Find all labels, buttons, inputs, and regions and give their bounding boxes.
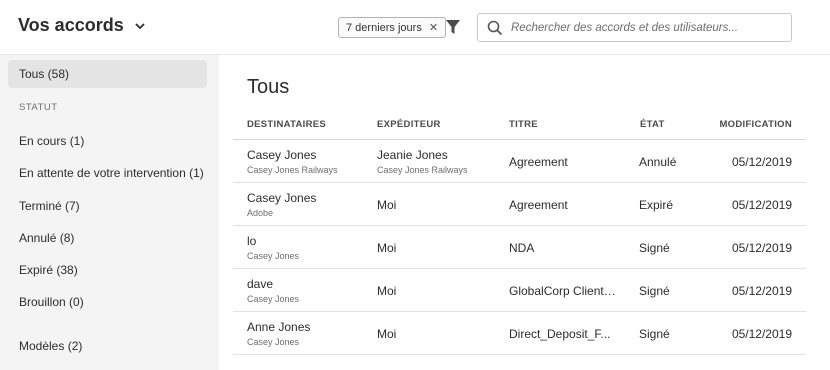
main-panel: Tous DESTINATAIRES EXPÉDITEUR TITRE ÉTAT… — [219, 55, 830, 370]
sidebar: Tous (58) STATUT En cours (1) En attente… — [0, 55, 219, 370]
sidebar-item-expired[interactable]: Expiré (38) — [8, 256, 207, 284]
page-title: Vos accords — [18, 15, 124, 35]
sidebar-item-templates[interactable]: Modèles (2) — [8, 332, 207, 360]
column-header-modified[interactable]: MODIFICATION — [719, 119, 792, 130]
table-row[interactable]: dave Casey Jones Moi GlobalCorp Client ..… — [233, 269, 806, 312]
title-cell: NDA — [509, 241, 535, 255]
status-section-label: STATUT — [19, 102, 58, 113]
modified-cell: 05/12/2019 — [731, 155, 792, 169]
recipient-cell: Anne Jones Casey Jones — [247, 320, 311, 347]
top-bar: Vos accords 7 derniers jours ✕ — [0, 0, 830, 55]
column-header-sender[interactable]: EXPÉDITEUR — [377, 119, 441, 130]
modified-cell: 05/12/2019 — [731, 327, 792, 341]
column-header-title[interactable]: TITRE — [509, 119, 538, 130]
title-cell: Direct_Deposit_F... — [509, 327, 611, 341]
sender-cell: Jeanie Jones Casey Jones Railways — [377, 148, 468, 175]
table-row[interactable]: Casey Jones Casey Jones Railways Jeanie J… — [233, 140, 806, 183]
column-header-recipients[interactable]: DESTINATAIRES — [247, 119, 326, 130]
section-title: Tous — [247, 76, 290, 98]
sidebar-item-cancelled[interactable]: Annulé (8) — [8, 224, 207, 252]
agreements-table: DESTINATAIRES EXPÉDITEUR TITRE ÉTAT MODI… — [233, 115, 806, 355]
title-cell: GlobalCorp Client ... — [509, 284, 617, 298]
agreements-dropdown[interactable]: Vos accords — [18, 15, 146, 36]
sidebar-item-in-progress[interactable]: En cours (1) — [8, 127, 207, 155]
recipient-cell: lo Casey Jones — [247, 234, 300, 261]
date-filter-chip: 7 derniers jours ✕ — [338, 17, 447, 38]
search-icon — [487, 20, 503, 35]
status-cell: Signé — [639, 241, 670, 255]
status-cell: Annulé — [639, 155, 677, 169]
column-header-status[interactable]: ÉTAT — [640, 119, 665, 130]
sender-cell: Moi — [377, 241, 397, 255]
table-row[interactable]: lo Casey Jones Moi NDA Signé 05/12/2019 — [233, 226, 806, 269]
sidebar-item-completed[interactable]: Terminé (7) — [8, 192, 207, 220]
search-input[interactable] — [511, 21, 791, 34]
table-row[interactable]: Casey Jones Adobe Moi Agreement Expiré 05… — [233, 183, 806, 226]
modified-cell: 05/12/2019 — [731, 198, 792, 212]
recipient-cell: Casey Jones Casey Jones Railways — [247, 148, 338, 175]
sender-cell: Moi — [377, 198, 397, 212]
title-cell: Agreement — [509, 155, 568, 169]
sender-cell: Moi — [377, 284, 397, 298]
table-row[interactable]: Anne Jones Casey Jones Moi Direct_Deposit… — [233, 312, 806, 355]
close-icon[interactable]: ✕ — [429, 21, 438, 34]
sidebar-item-draft[interactable]: Brouillon (0) — [8, 288, 207, 316]
sender-cell: Moi — [377, 327, 397, 341]
search-box[interactable] — [477, 13, 792, 42]
status-cell: Expiré — [639, 198, 674, 212]
table-header: DESTINATAIRES EXPÉDITEUR TITRE ÉTAT MODI… — [233, 115, 806, 140]
sidebar-item-all[interactable]: Tous (58) — [8, 60, 207, 88]
status-cell: Signé — [639, 284, 670, 298]
date-filter-label: 7 derniers jours — [346, 21, 422, 34]
title-cell: Agreement — [509, 198, 568, 212]
modified-cell: 05/12/2019 — [731, 241, 792, 255]
filter-icon[interactable] — [445, 18, 461, 36]
chevron-down-icon — [135, 22, 145, 29]
status-cell: Signé — [639, 327, 670, 341]
modified-cell: 05/12/2019 — [731, 284, 792, 298]
sidebar-item-waiting[interactable]: En attente de votre intervention (1) — [8, 159, 207, 187]
recipient-cell: Casey Jones Adobe — [247, 191, 317, 218]
recipient-cell: dave Casey Jones — [247, 277, 300, 304]
